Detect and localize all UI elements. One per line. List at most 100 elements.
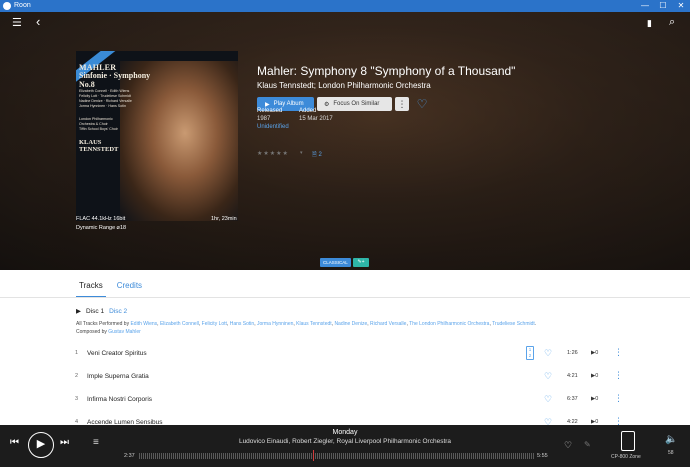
performer-link[interactable]: The London Philharmonic Orchestra [409,321,489,327]
cover-conductor-line: TENNSTEDT [79,146,119,153]
tab-tracks[interactable]: Tracks [76,279,106,297]
album-artist[interactable]: Klaus Tennstedt; London Philharmonic Orc… [257,81,431,90]
track-row[interactable]: 3 Infirma Nostri Corporis ♡ 6:37 ▶0 ⋮ [70,393,630,407]
performer-link[interactable]: Hans Sotin [230,321,254,327]
performers-credit: All Tracks Performed by Edith Wiens, Eli… [76,321,537,335]
versions-pager-icon[interactable]: 1 2 [526,346,534,360]
composed-prefix: Composed by [76,329,107,335]
zone-device-icon[interactable] [621,431,635,451]
album-tabs: Tracks Credits [76,279,145,297]
performer-link[interactable]: Richard Versalle [370,321,406,327]
edit-tags-icon[interactable]: ✎+ [353,258,369,267]
zone-name[interactable]: CP-800 Zone [611,454,641,460]
track-menu-icon[interactable]: ⋮ [614,347,623,358]
track-title[interactable]: Infirma Nostri Corporis [87,396,152,403]
cover-work: Sinfonie · Symphony [79,71,151,80]
released-year: 1987 [257,116,271,122]
focus-icon: ⚙ [324,101,330,108]
performer-link[interactable]: Felicity Lott [202,321,227,327]
playhead-marker[interactable] [312,450,314,461]
composer-link[interactable]: Gustav Mahler [108,329,141,335]
album-title: Mahler: Symphony 8 "Symphony of a Thousa… [257,64,516,78]
track-menu-icon[interactable]: ⋮ [614,370,623,381]
album-duration: 1hr, 23min [211,216,237,222]
window-title: Roon [14,2,31,9]
minimize-button[interactable]: — [636,0,654,12]
edit-icon[interactable]: ✎ [584,440,591,449]
cover-soloist-line: Jorma Hynninen · Hans Sotin [79,104,126,108]
cover-choirs: London Philharmonic Orchestra & Choir Ti… [79,117,118,132]
track-heart-icon[interactable]: ♡ [544,394,552,405]
tabs-divider [0,297,690,298]
rating-stars[interactable]: ★★★★★ [257,150,289,157]
booklet-pages[interactable]: 🗎 2 [312,150,322,160]
close-button[interactable]: ✕ [672,0,690,12]
track-play-count: ▶0 [591,350,599,356]
released-label: Released [257,108,283,114]
performer-link[interactable]: Klaus Tennstedt [296,321,332,327]
rating-caret-icon[interactable]: ▾ [300,150,303,156]
roon-app-icon [3,2,11,10]
album-cover[interactable]: MAHLER Sinfonie · Symphony No.8 Elizabet… [76,51,238,221]
track-number: 3 [75,396,79,402]
disc-1-link[interactable]: Disc 1 [86,308,104,315]
performer-link[interactable]: Trudeliese Schmidt [492,321,535,327]
search-icon[interactable]: ⌕ [669,16,675,28]
cover-soloists: Elizabeth Connell · Edith Wiens Felicity… [79,89,132,109]
now-playing-heart-icon[interactable]: ♡ [564,440,572,451]
window-controls: — ☐ ✕ [636,0,690,12]
seek-waveform[interactable] [139,453,534,459]
bookmark-icon[interactable]: ▮ [647,17,652,29]
focus-on-similar-label: Focus On Similar [333,101,380,107]
more-options-button[interactable]: ⋮ [395,97,409,111]
performer-link[interactable]: Nadine Denize [334,321,367,327]
track-number: 1 [75,350,79,356]
volume-level: 58 [668,450,674,456]
dynamic-range: Dynamic Range ⌀18 [76,225,127,231]
track-duration: 6:37 [567,396,578,402]
added-label: Added [299,108,317,114]
total-time: 5:55 [537,453,548,459]
play-album-label: Play Album [273,101,304,107]
performer-link[interactable]: Elizabeth Connell [160,321,199,327]
disc-arrow-icon: ▶ [76,308,81,315]
window-titlebar: Roon — ☐ ✕ [0,0,690,12]
favorite-heart-icon[interactable]: ♡ [415,97,429,111]
elapsed-time: 2:37 [124,453,135,459]
track-menu-icon[interactable]: ⋮ [614,393,623,404]
maximize-button[interactable]: ☐ [654,0,672,12]
track-play-count: ▶0 [591,396,599,402]
identification-status-link[interactable]: Unidentified [257,124,289,130]
track-heart-icon[interactable]: ♡ [544,371,552,382]
cover-conductor: KLAUS TENNSTEDT [79,139,118,153]
disc-2-link[interactable]: Disc 2 [109,308,127,315]
performer-link[interactable]: Jorma Hynninen [257,321,293,327]
cover-number: No.8 [79,80,95,89]
disc-selector: ▶ Disc 1 Disc 2 [76,307,127,316]
added-date: 15 Mar 2017 [299,116,333,122]
back-icon[interactable]: ‹ [36,15,40,28]
performers-prefix: All Tracks Performed by [76,321,130,327]
track-title[interactable]: Veni Creator Spiritus [87,350,147,357]
volume-icon[interactable]: 🔈 [665,434,677,445]
now-playing-title[interactable]: Monday [0,429,690,436]
track-title[interactable]: Imple Superna Gratia [87,373,149,380]
album-hero: ☰ ‹ ▮ ⌕ MAHLER Sinfonie · Symphony No.8 … [0,12,690,270]
cover-conductor-line: KLAUS [79,139,102,146]
track-duration: 4:21 [567,373,578,379]
performer-link[interactable]: Edith Wiens [130,321,157,327]
hamburger-menu-icon[interactable]: ☰ [12,17,22,29]
genre-tag-classical[interactable]: CLASSICAL [320,258,351,267]
tab-credits[interactable]: Credits [114,279,145,297]
track-row[interactable]: 2 Imple Superna Gratia ♡ 4:21 ▶0 ⋮ [70,370,630,384]
booklet-icon: 🗎 [312,152,317,158]
focus-on-similar-button[interactable]: ⚙ Focus On Similar [317,97,392,111]
track-number: 2 [75,373,79,379]
track-play-count: ▶0 [591,373,599,379]
track-heart-icon[interactable]: ♡ [544,348,552,359]
booklet-count: 2 [318,152,322,158]
now-playing-bar: ⏮ ▶ ⏭ ≡ Monday Ludovico Einaudi, Robert … [0,425,690,467]
cover-portrait [120,61,238,221]
track-duration: 1:26 [567,350,578,356]
track-row[interactable]: 1 Veni Creator Spiritus 1 2 ♡ 1:26 ▶0 ⋮ [70,346,630,361]
